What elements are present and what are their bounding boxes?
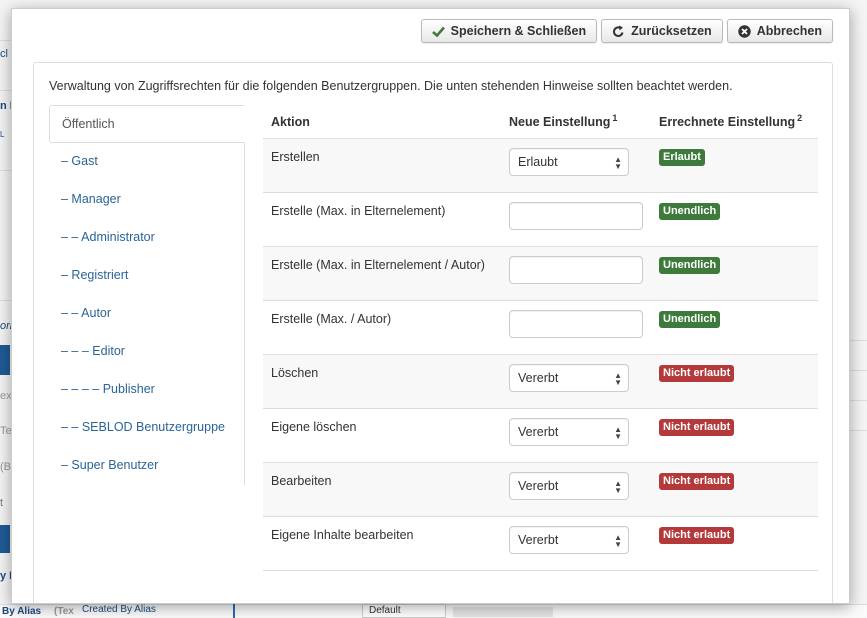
table-row: Erstellen Erlaubt ▲ ▼ Erlaubt bbox=[263, 139, 818, 193]
group-tab-public[interactable]: Öffentlich bbox=[49, 105, 245, 143]
setting-select[interactable]: Erlaubt ▲ ▼ bbox=[509, 148, 629, 176]
setting-select[interactable]: Vererbt ▲ ▼ bbox=[509, 364, 629, 392]
status-badge: Erlaubt bbox=[659, 149, 705, 166]
permissions-panel: Verwaltung von Zugriffsrechten für die f… bbox=[33, 62, 833, 603]
max-parent-input[interactable] bbox=[509, 202, 643, 230]
setting-select[interactable]: Vererbt ▲ ▼ bbox=[509, 472, 629, 500]
select-value: Vererbt bbox=[518, 371, 559, 385]
table-row: Erstelle (Max. / Autor) Unendlich bbox=[263, 301, 818, 355]
refresh-icon bbox=[613, 25, 624, 37]
bg-text-fragment: L bbox=[0, 130, 5, 139]
action-label: Eigene löschen bbox=[271, 420, 357, 434]
bg-type-label: (Tex bbox=[54, 606, 74, 617]
table-row: Erstelle (Max. in Elternelement / Autor)… bbox=[263, 247, 818, 301]
save-close-button[interactable]: Speichern & Schließen bbox=[420, 19, 598, 43]
bg-button-fragment bbox=[0, 525, 10, 553]
modal-toolbar: Speichern & Schließen Zurücksetzen Abbre… bbox=[420, 19, 833, 43]
close-circle-icon bbox=[738, 24, 751, 38]
status-badge: Nicht erlaubt bbox=[659, 527, 735, 544]
action-label: Eigene Inhalte bearbeiten bbox=[271, 528, 414, 542]
group-tab-seblod[interactable]: – – SEBLOD Benutzergruppe bbox=[49, 409, 244, 447]
select-value: Erlaubt bbox=[518, 155, 558, 169]
select-arrows-icon: ▲ ▼ bbox=[614, 155, 622, 171]
action-label: Löschen bbox=[271, 366, 319, 380]
bg-text-fragment: (B bbox=[0, 461, 11, 473]
bg-slider-fragment bbox=[453, 607, 553, 617]
cancel-button[interactable]: Abbrechen bbox=[726, 19, 833, 43]
group-tab-super-user[interactable]: – Super Benutzer bbox=[49, 447, 244, 485]
header-new-setting-label: Neue Einstellung bbox=[509, 115, 611, 130]
bg-divider bbox=[850, 370, 867, 371]
footnote-marker: 2 bbox=[797, 113, 803, 124]
group-tab-manager[interactable]: – Manager bbox=[49, 181, 244, 219]
group-tab-registered[interactable]: – Registriert bbox=[49, 257, 244, 295]
bg-divider bbox=[850, 400, 867, 401]
max-author-input[interactable] bbox=[509, 310, 643, 338]
bg-text-fragment: cl bbox=[0, 48, 8, 60]
permissions-info-text: Verwaltung von Zugriffsrechten für die f… bbox=[49, 79, 733, 93]
action-label: Erstelle (Max. in Elternelement / Autor) bbox=[271, 258, 485, 272]
action-label: Bearbeiten bbox=[271, 474, 332, 488]
permissions-modal: Speichern & Schließen Zurücksetzen Abbre… bbox=[11, 8, 850, 604]
bg-bottom-row: By Alias (Tex Created By Alias Default bbox=[0, 604, 867, 618]
status-badge: Nicht erlaubt bbox=[659, 419, 735, 436]
footnote-marker: 1 bbox=[612, 113, 618, 124]
select-arrows-icon: ▲ ▼ bbox=[614, 533, 622, 549]
bg-select: Default bbox=[362, 604, 446, 618]
header-calculated-label: Errechnete Einstellung bbox=[659, 115, 796, 130]
action-label: Erstelle (Max. in Elternelement) bbox=[271, 204, 446, 218]
select-value: Vererbt bbox=[518, 479, 559, 493]
setting-select[interactable]: Vererbt ▲ ▼ bbox=[509, 526, 629, 554]
group-tab-guest[interactable]: – Gast bbox=[49, 143, 244, 181]
bg-divider bbox=[850, 430, 867, 431]
bg-field-value: Created By Alias bbox=[80, 604, 235, 618]
header-new-setting: Neue Einstellung 1 bbox=[509, 113, 659, 129]
select-value: Vererbt bbox=[518, 533, 559, 547]
reset-label: Zurücksetzen bbox=[631, 24, 712, 38]
group-tab-publisher[interactable]: – – – – Publisher bbox=[49, 371, 244, 409]
status-badge: Nicht erlaubt bbox=[659, 365, 735, 382]
table-row: Löschen Vererbt ▲ ▼ Nicht erlaubt bbox=[263, 355, 818, 409]
setting-select[interactable]: Vererbt ▲ ▼ bbox=[509, 418, 629, 446]
table-row: Eigene löschen Vererbt ▲ ▼ Nicht erlaubt bbox=[263, 409, 818, 463]
action-label: Erstelle (Max. / Autor) bbox=[271, 312, 392, 326]
status-badge: Unendlich bbox=[659, 311, 721, 328]
header-calculated: Errechnete Einstellung 2 bbox=[659, 113, 818, 129]
bg-text-fragment: t bbox=[0, 497, 4, 509]
group-tab-editor[interactable]: – – – Editor bbox=[49, 333, 244, 371]
select-arrows-icon: ▲ ▼ bbox=[614, 479, 622, 495]
cancel-label: Abbrechen bbox=[756, 24, 822, 38]
status-badge: Unendlich bbox=[659, 203, 721, 220]
bg-divider bbox=[850, 340, 867, 341]
select-arrows-icon: ▲ ▼ bbox=[614, 371, 622, 387]
group-tab-administrator[interactable]: – – Administrator bbox=[49, 219, 244, 257]
select-arrows-icon: ▲ ▼ bbox=[614, 425, 622, 441]
table-header: Aktion Neue Einstellung 1 Errechnete Eins… bbox=[263, 105, 818, 139]
status-badge: Unendlich bbox=[659, 257, 721, 274]
bg-text-fragment: ex bbox=[0, 390, 12, 402]
group-tab-author[interactable]: – – Autor bbox=[49, 295, 244, 333]
bg-button-fragment bbox=[0, 345, 10, 375]
max-parent-author-input[interactable] bbox=[509, 256, 643, 284]
select-value: Vererbt bbox=[518, 425, 559, 439]
action-label: Erstellen bbox=[271, 150, 320, 164]
reset-button[interactable]: Zurücksetzen bbox=[601, 19, 723, 43]
checkmark-icon bbox=[431, 26, 445, 37]
table-row: Eigene Inhalte bearbeiten Vererbt ▲ ▼ Nich… bbox=[263, 517, 818, 571]
table-row: Erstelle (Max. in Elternelement) Unendli… bbox=[263, 193, 818, 247]
user-group-list: Öffentlich – Gast – Manager – – Administ… bbox=[49, 105, 245, 485]
header-action: Aktion bbox=[271, 114, 310, 129]
bg-alias-label: By Alias bbox=[2, 606, 42, 617]
table-row: Bearbeiten Vererbt ▲ ▼ Nicht erlaubt bbox=[263, 463, 818, 517]
status-badge: Nicht erlaubt bbox=[659, 473, 735, 490]
permissions-table: Aktion Neue Einstellung 1 Errechnete Eins… bbox=[263, 105, 818, 571]
save-close-label: Speichern & Schließen bbox=[450, 24, 587, 38]
